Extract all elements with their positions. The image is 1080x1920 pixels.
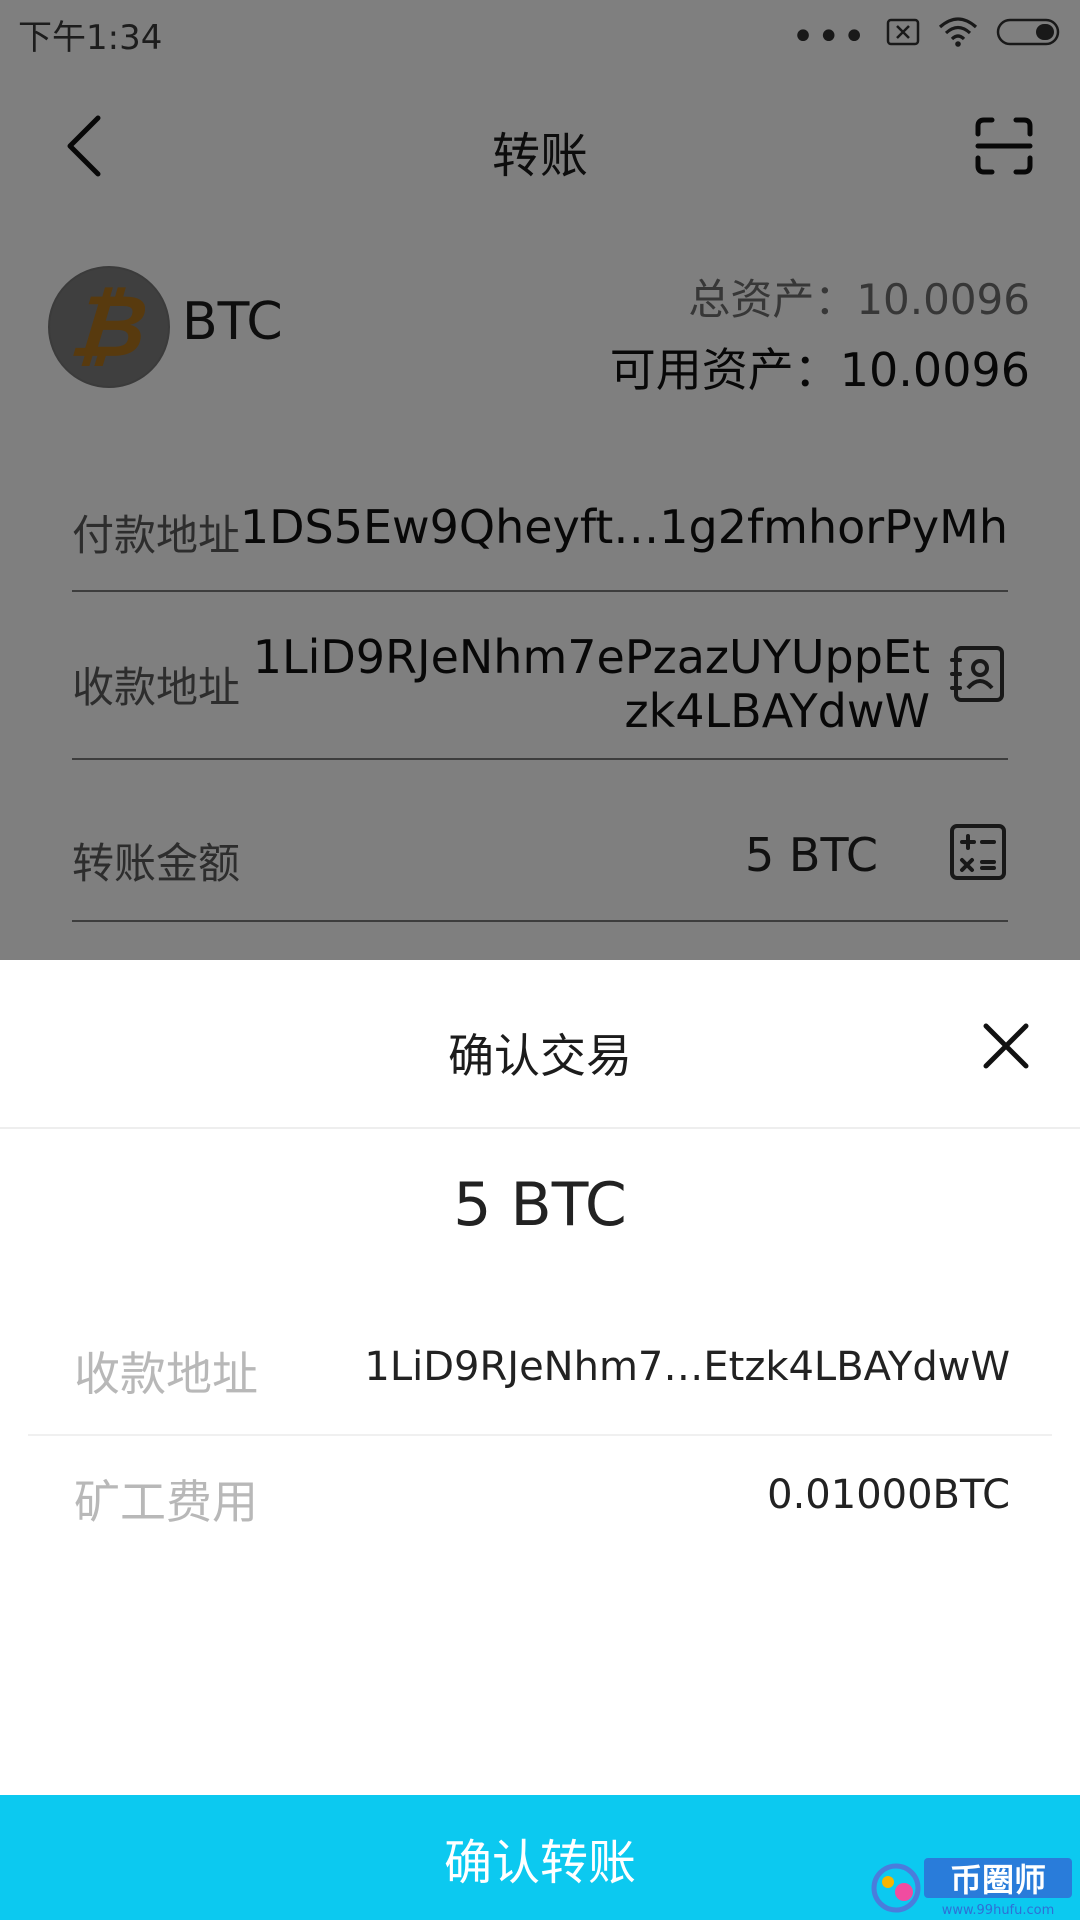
dim-overlay[interactable] [0,0,1080,960]
detail-divider [28,1434,1052,1436]
confirm-fee-row: 矿工费用 0.01000BTC [28,1456,1052,1556]
watermark-url: www.99hufu.com [942,1903,1055,1918]
confirm-sheet: 确认交易 5 BTC 收款地址 1LiD9RJeNhm7…Etzk4LBAYdw… [0,960,1080,1920]
confirm-recv-value: 1LiD9RJeNhm7…Etzk4LBAYdwW [364,1344,1010,1390]
watermark-logo: 币圈师 www.99hufu.com [871,1858,1072,1918]
close-icon[interactable] [980,1020,1032,1072]
confirm-amount: 5 BTC [453,1170,627,1240]
confirm-fee-label: 矿工费用 [74,1475,258,1529]
confirm-recv-row: 收款地址 1LiD9RJeNhm7…Etzk4LBAYdwW [28,1328,1052,1436]
confirm-fee-value: 0.01000BTC [767,1472,1010,1518]
watermark-text: 币圈师 [950,1861,1046,1899]
confirm-recv-label: 收款地址 [74,1347,258,1401]
sheet-title: 确认交易 [448,1029,632,1083]
screen: 下午1:34 ••• 转账 [0,0,1080,1920]
sheet-divider [0,1127,1080,1129]
